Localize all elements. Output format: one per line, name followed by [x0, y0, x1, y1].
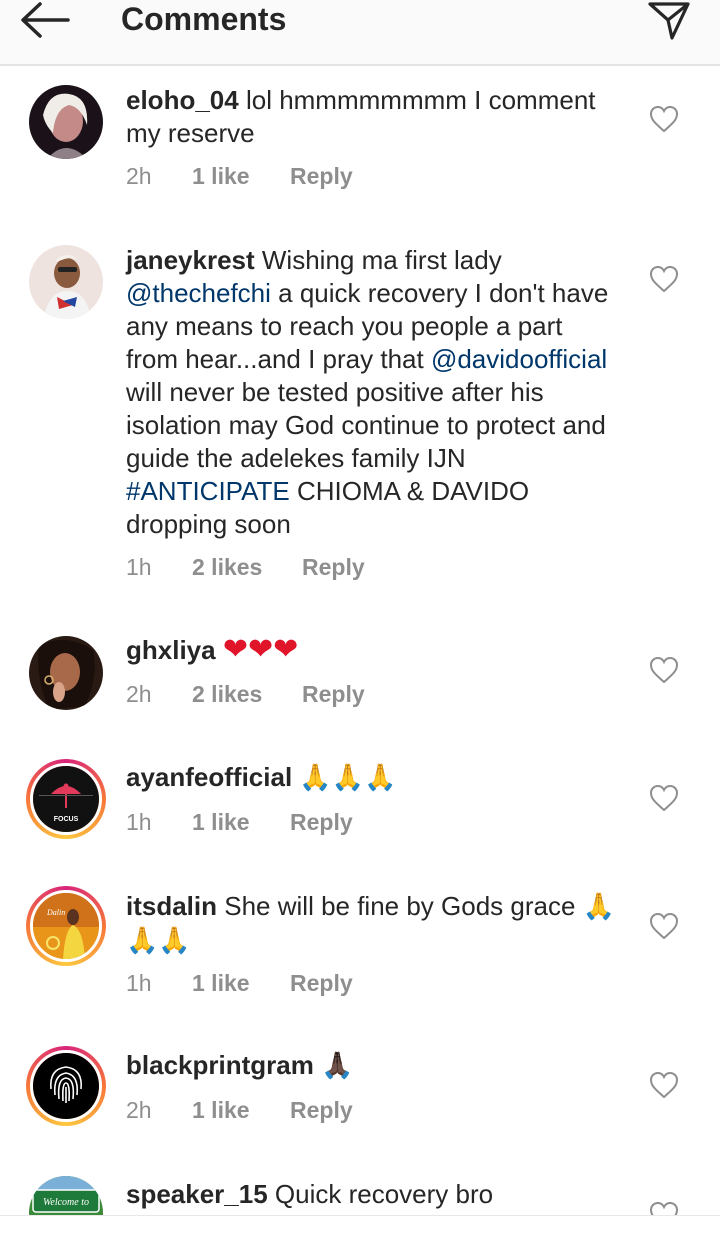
comment-username[interactable]: ayanfeofficial: [126, 762, 292, 792]
comment-time: 2h: [126, 1097, 152, 1123]
heart-outline-icon: [649, 912, 679, 940]
comment-time: 2h: [126, 681, 152, 707]
comment-text: speaker_15 Quick recovery bro: [126, 1179, 494, 1209]
like-button[interactable]: [648, 1200, 680, 1215]
hashtag-link[interactable]: #ANTICIPATE: [126, 476, 290, 506]
arrow-left-icon: [21, 2, 70, 38]
reply-button[interactable]: Reply: [302, 679, 365, 709]
heart-outline-icon: [649, 656, 679, 684]
avatar[interactable]: [29, 85, 103, 159]
avatar-text: Welcome to: [43, 1197, 89, 1208]
like-button[interactable]: [648, 264, 680, 294]
comment-time: 1h: [126, 809, 152, 835]
comment-username[interactable]: itsdalin: [126, 891, 217, 921]
fingerprint-logo: [33, 1053, 99, 1119]
share-button[interactable]: [646, 0, 696, 40]
page-title: Comments: [121, 1, 287, 37]
heart-outline-icon: [649, 1201, 679, 1215]
comment-text: ghxliya ❤❤❤: [126, 633, 616, 667]
avatar-text: FOCUS: [54, 816, 79, 823]
comment-username[interactable]: janeykrest: [126, 245, 255, 275]
back-button[interactable]: [18, 0, 78, 40]
bottom-divider: [0, 1215, 720, 1235]
like-button[interactable]: [648, 783, 680, 813]
heart-outline-icon: [649, 1071, 679, 1099]
comment-text: eloho_04 lol hmmmmmmmm I comment my rese…: [126, 85, 596, 148]
like-button[interactable]: [648, 655, 680, 685]
heart-outline-icon: [649, 265, 679, 293]
reply-button[interactable]: Reply: [302, 552, 365, 582]
reply-button[interactable]: Reply: [290, 161, 353, 191]
comment-text: blackprintgram 🙏🏿: [126, 1049, 616, 1083]
comment-text: janeykrest Wishing ma first lady @theche…: [126, 245, 609, 539]
avatar[interactable]: [29, 636, 103, 710]
comment-username[interactable]: ghxliya: [126, 635, 216, 665]
like-button[interactable]: [648, 1070, 680, 1100]
comment-time: 2h: [126, 163, 152, 189]
comment-text: itsdalin She will be fine by Gods grace …: [126, 891, 616, 956]
avatar[interactable]: [26, 1046, 106, 1126]
top-bar: Comments: [0, 0, 720, 66]
mention-link[interactable]: @thechefchi: [126, 278, 271, 308]
mention-link[interactable]: @davidoofficial: [431, 344, 607, 374]
avatar-text: Dalin: [46, 908, 65, 917]
comment-likes[interactable]: 2 likes: [192, 679, 262, 709]
heart-outline-icon: [649, 105, 679, 133]
profile-photo: [29, 85, 103, 159]
comment-likes[interactable]: 1 like: [192, 968, 250, 998]
reply-button[interactable]: Reply: [290, 807, 353, 837]
send-icon: [648, 2, 690, 40]
comment-likes[interactable]: 2 likes: [192, 552, 262, 582]
comment-username[interactable]: blackprintgram: [126, 1050, 314, 1080]
profile-photo: FOCUS: [33, 766, 99, 832]
comment-time: 1h: [126, 554, 152, 580]
comment-time: 1h: [126, 970, 152, 996]
like-button[interactable]: [648, 911, 680, 941]
profile-photo: Dalin: [33, 893, 99, 959]
avatar[interactable]: FOCUS: [26, 759, 106, 839]
profile-photo: [29, 636, 103, 710]
like-button[interactable]: [648, 104, 680, 134]
comment-username[interactable]: eloho_04: [126, 85, 239, 115]
avatar[interactable]: Dalin: [26, 886, 106, 966]
praying-hands-emoji: 🙏🏿: [321, 1051, 354, 1081]
reply-button[interactable]: Reply: [290, 1095, 353, 1125]
profile-photo: [29, 245, 103, 319]
heart-outline-icon: [649, 784, 679, 812]
reply-button[interactable]: Reply: [290, 968, 353, 998]
comment-likes[interactable]: 1 like: [192, 807, 250, 837]
comment-likes[interactable]: 1 like: [192, 1095, 250, 1125]
comment-likes[interactable]: 1 like: [192, 161, 250, 191]
heart-emoji: ❤❤❤: [222, 632, 299, 667]
avatar[interactable]: [29, 245, 103, 319]
praying-hands-emoji: 🙏🙏🙏: [299, 763, 397, 793]
comment-username[interactable]: speaker_15: [126, 1179, 268, 1209]
comment-text: ayanfeofficial 🙏🙏🙏: [126, 761, 616, 795]
